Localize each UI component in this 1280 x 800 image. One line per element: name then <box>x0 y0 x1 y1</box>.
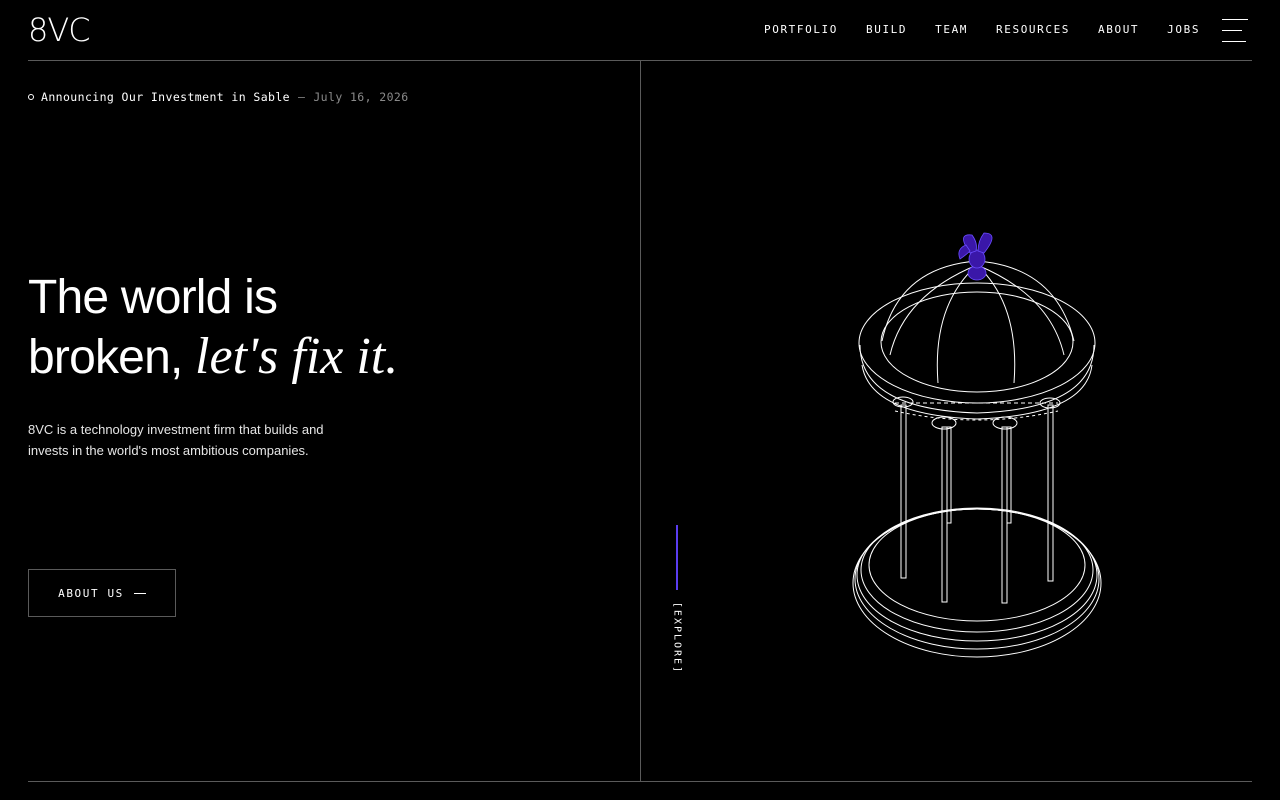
nav-portfolio[interactable]: PORTFOLIO <box>764 23 838 37</box>
explore-label: [EXPLORE] <box>671 601 683 675</box>
dash-arrow-icon <box>133 592 146 594</box>
nav-team[interactable]: TEAM <box>935 23 968 37</box>
about-us-button[interactable]: ABOUT US <box>28 569 176 617</box>
announcement-separator: — <box>298 90 306 104</box>
hero-headline: The world is broken, let's fix it. <box>28 268 398 387</box>
main-nav: PORTFOLIO BUILD TEAM RESOURCES ABOUT JOB… <box>764 23 1200 37</box>
site-header: 8VC PORTFOLIO BUILD TEAM RESOURCES ABOUT… <box>0 0 1280 61</box>
footer-divider <box>28 781 1252 782</box>
headline-line-2: broken, <box>28 331 196 384</box>
rotunda-temple-illustration <box>852 232 1102 658</box>
explore-link[interactable]: [EXPLORE] <box>670 601 684 675</box>
headline-line-1: The world is <box>28 271 278 324</box>
nav-jobs[interactable]: JOBS <box>1167 23 1200 37</box>
hamburger-menu-icon[interactable] <box>1222 18 1250 44</box>
announcement-link[interactable]: Announcing Our Investment in Sable — Jul… <box>28 90 409 104</box>
announcement-text: Announcing Our Investment in Sable <box>41 90 291 104</box>
nav-resources[interactable]: RESOURCES <box>996 23 1070 37</box>
about-us-label: ABOUT US <box>58 586 124 600</box>
logo[interactable]: 8VC <box>28 14 91 46</box>
explore-accent-line <box>676 525 678 590</box>
announcement-date: July 16, 2026 <box>313 90 409 104</box>
hero-description: 8VC is a technology investment firm that… <box>28 422 324 458</box>
headline-italic: let's fix it. <box>195 328 399 385</box>
circle-bullet-icon <box>28 94 34 100</box>
nav-about[interactable]: ABOUT <box>1098 23 1139 37</box>
nav-build[interactable]: BUILD <box>866 23 907 37</box>
column-divider <box>640 61 641 781</box>
